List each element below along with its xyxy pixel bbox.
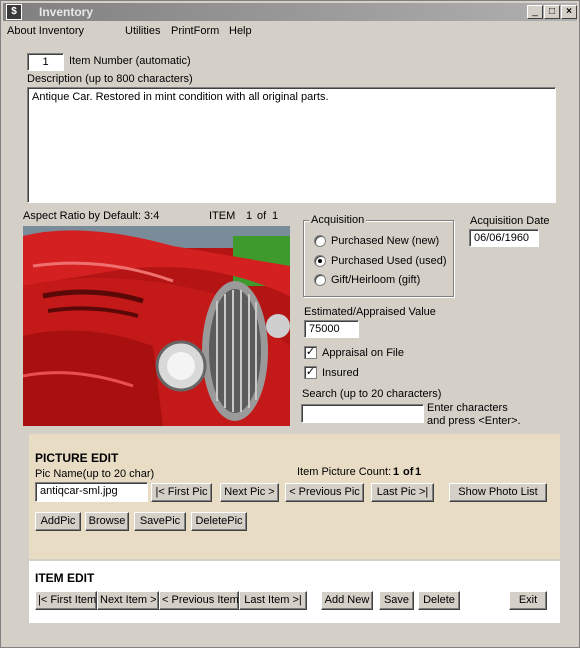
acquisition-title: Acquisition [309, 214, 367, 226]
picture-count-total: 1 [415, 466, 422, 478]
add-new-item-button[interactable]: Add New [321, 591, 373, 610]
picture-count-value: 1 [393, 466, 400, 478]
delete-item-button[interactable]: Delete [418, 591, 460, 610]
insured-checkbox[interactable]: ✓ [304, 366, 317, 379]
insured-label: Insured [322, 367, 359, 379]
item-index: 1 [246, 210, 253, 222]
delete-pic-button[interactable]: DeletePic [191, 512, 247, 531]
pic-name-field[interactable]: antiqcar-sml.jpg [35, 482, 148, 502]
radio-gift-heirloom-label: Gift/Heirloom (gift) [331, 274, 421, 286]
search-label: Search (up to 20 characters) [302, 388, 442, 400]
radio-purchased-used[interactable] [314, 255, 326, 267]
item-word-label: ITEM [209, 210, 236, 222]
search-input[interactable] [301, 404, 424, 423]
radio-gift-heirloom[interactable] [314, 274, 326, 286]
window-title: Inventory [39, 5, 94, 19]
description-label: Description (up to 800 characters) [27, 73, 193, 85]
menu-about-inventory[interactable]: About Inventory [7, 25, 84, 37]
search-hint-line2: and press <Enter>. [427, 415, 521, 427]
aspect-ratio-label: Aspect Ratio by Default: 3:4 [23, 210, 160, 222]
picture-count-of: of [403, 466, 414, 478]
next-pic-button[interactable]: Next Pic > [220, 483, 279, 502]
menu-printform[interactable]: PrintForm [171, 25, 219, 37]
item-number-field: 1 [27, 53, 64, 71]
radio-purchased-new[interactable] [314, 235, 326, 247]
item-number-label: Item Number (automatic) [69, 55, 191, 67]
pic-name-label: Pic Name(up to 20 char) [35, 468, 155, 480]
close-button[interactable]: × [561, 5, 577, 19]
last-item-button[interactable]: Last Item >| [239, 591, 307, 610]
previous-pic-button[interactable]: < Previous Pic [285, 483, 364, 502]
maximize-button[interactable]: □ [544, 5, 560, 19]
item-photo [23, 226, 290, 426]
exit-button[interactable]: Exit [509, 591, 547, 610]
first-pic-button[interactable]: |< First Pic [151, 483, 212, 502]
item-edit-title: ITEM EDIT [35, 571, 95, 585]
next-item-button[interactable]: Next Item > [97, 591, 159, 610]
acquisition-date-label: Acquisition Date [470, 215, 550, 227]
description-textarea[interactable]: Antique Car. Restored in mint condition … [27, 87, 556, 203]
add-pic-button[interactable]: AddPic [35, 512, 81, 531]
antique-car-image [23, 226, 290, 426]
menu-help[interactable]: Help [229, 25, 252, 37]
app-icon[interactable]: $ [6, 4, 22, 20]
picture-count-label: Item Picture Count: [297, 466, 392, 478]
minimize-button[interactable]: _ [527, 5, 543, 19]
menu-utilities[interactable]: Utilities [125, 25, 160, 37]
appraisal-on-file-checkbox[interactable]: ✓ [304, 346, 317, 359]
show-photo-list-button[interactable]: Show Photo List [449, 483, 547, 502]
save-pic-button[interactable]: SavePic [134, 512, 186, 531]
title-bar[interactable]: $ Inventory _ □ × [3, 3, 577, 21]
last-pic-button[interactable]: Last Pic >| [371, 483, 434, 502]
inventory-window: $ Inventory _ □ × About Inventory Utilit… [0, 0, 580, 648]
appraised-value-label: Estimated/Appraised Value [304, 306, 436, 318]
item-total: 1 [272, 210, 279, 222]
save-item-button[interactable]: Save [379, 591, 414, 610]
radio-purchased-used-label: Purchased Used (used) [331, 255, 447, 267]
search-hint-line1: Enter characters [427, 402, 508, 414]
radio-purchased-new-label: Purchased New (new) [331, 235, 440, 247]
previous-item-button[interactable]: < Previous Item [159, 591, 239, 610]
first-item-button[interactable]: |< First Item [35, 591, 97, 610]
browse-button[interactable]: Browse [85, 512, 129, 531]
appraisal-on-file-label: Appraisal on File [322, 347, 404, 359]
item-of-label: of [257, 210, 267, 222]
appraised-value-field[interactable]: 75000 [304, 320, 359, 338]
menu-bar: About Inventory Utilities PrintForm Help [3, 22, 577, 40]
picture-edit-title: PICTURE EDIT [35, 451, 119, 465]
acquisition-date-field[interactable]: 06/06/1960 [469, 229, 539, 247]
